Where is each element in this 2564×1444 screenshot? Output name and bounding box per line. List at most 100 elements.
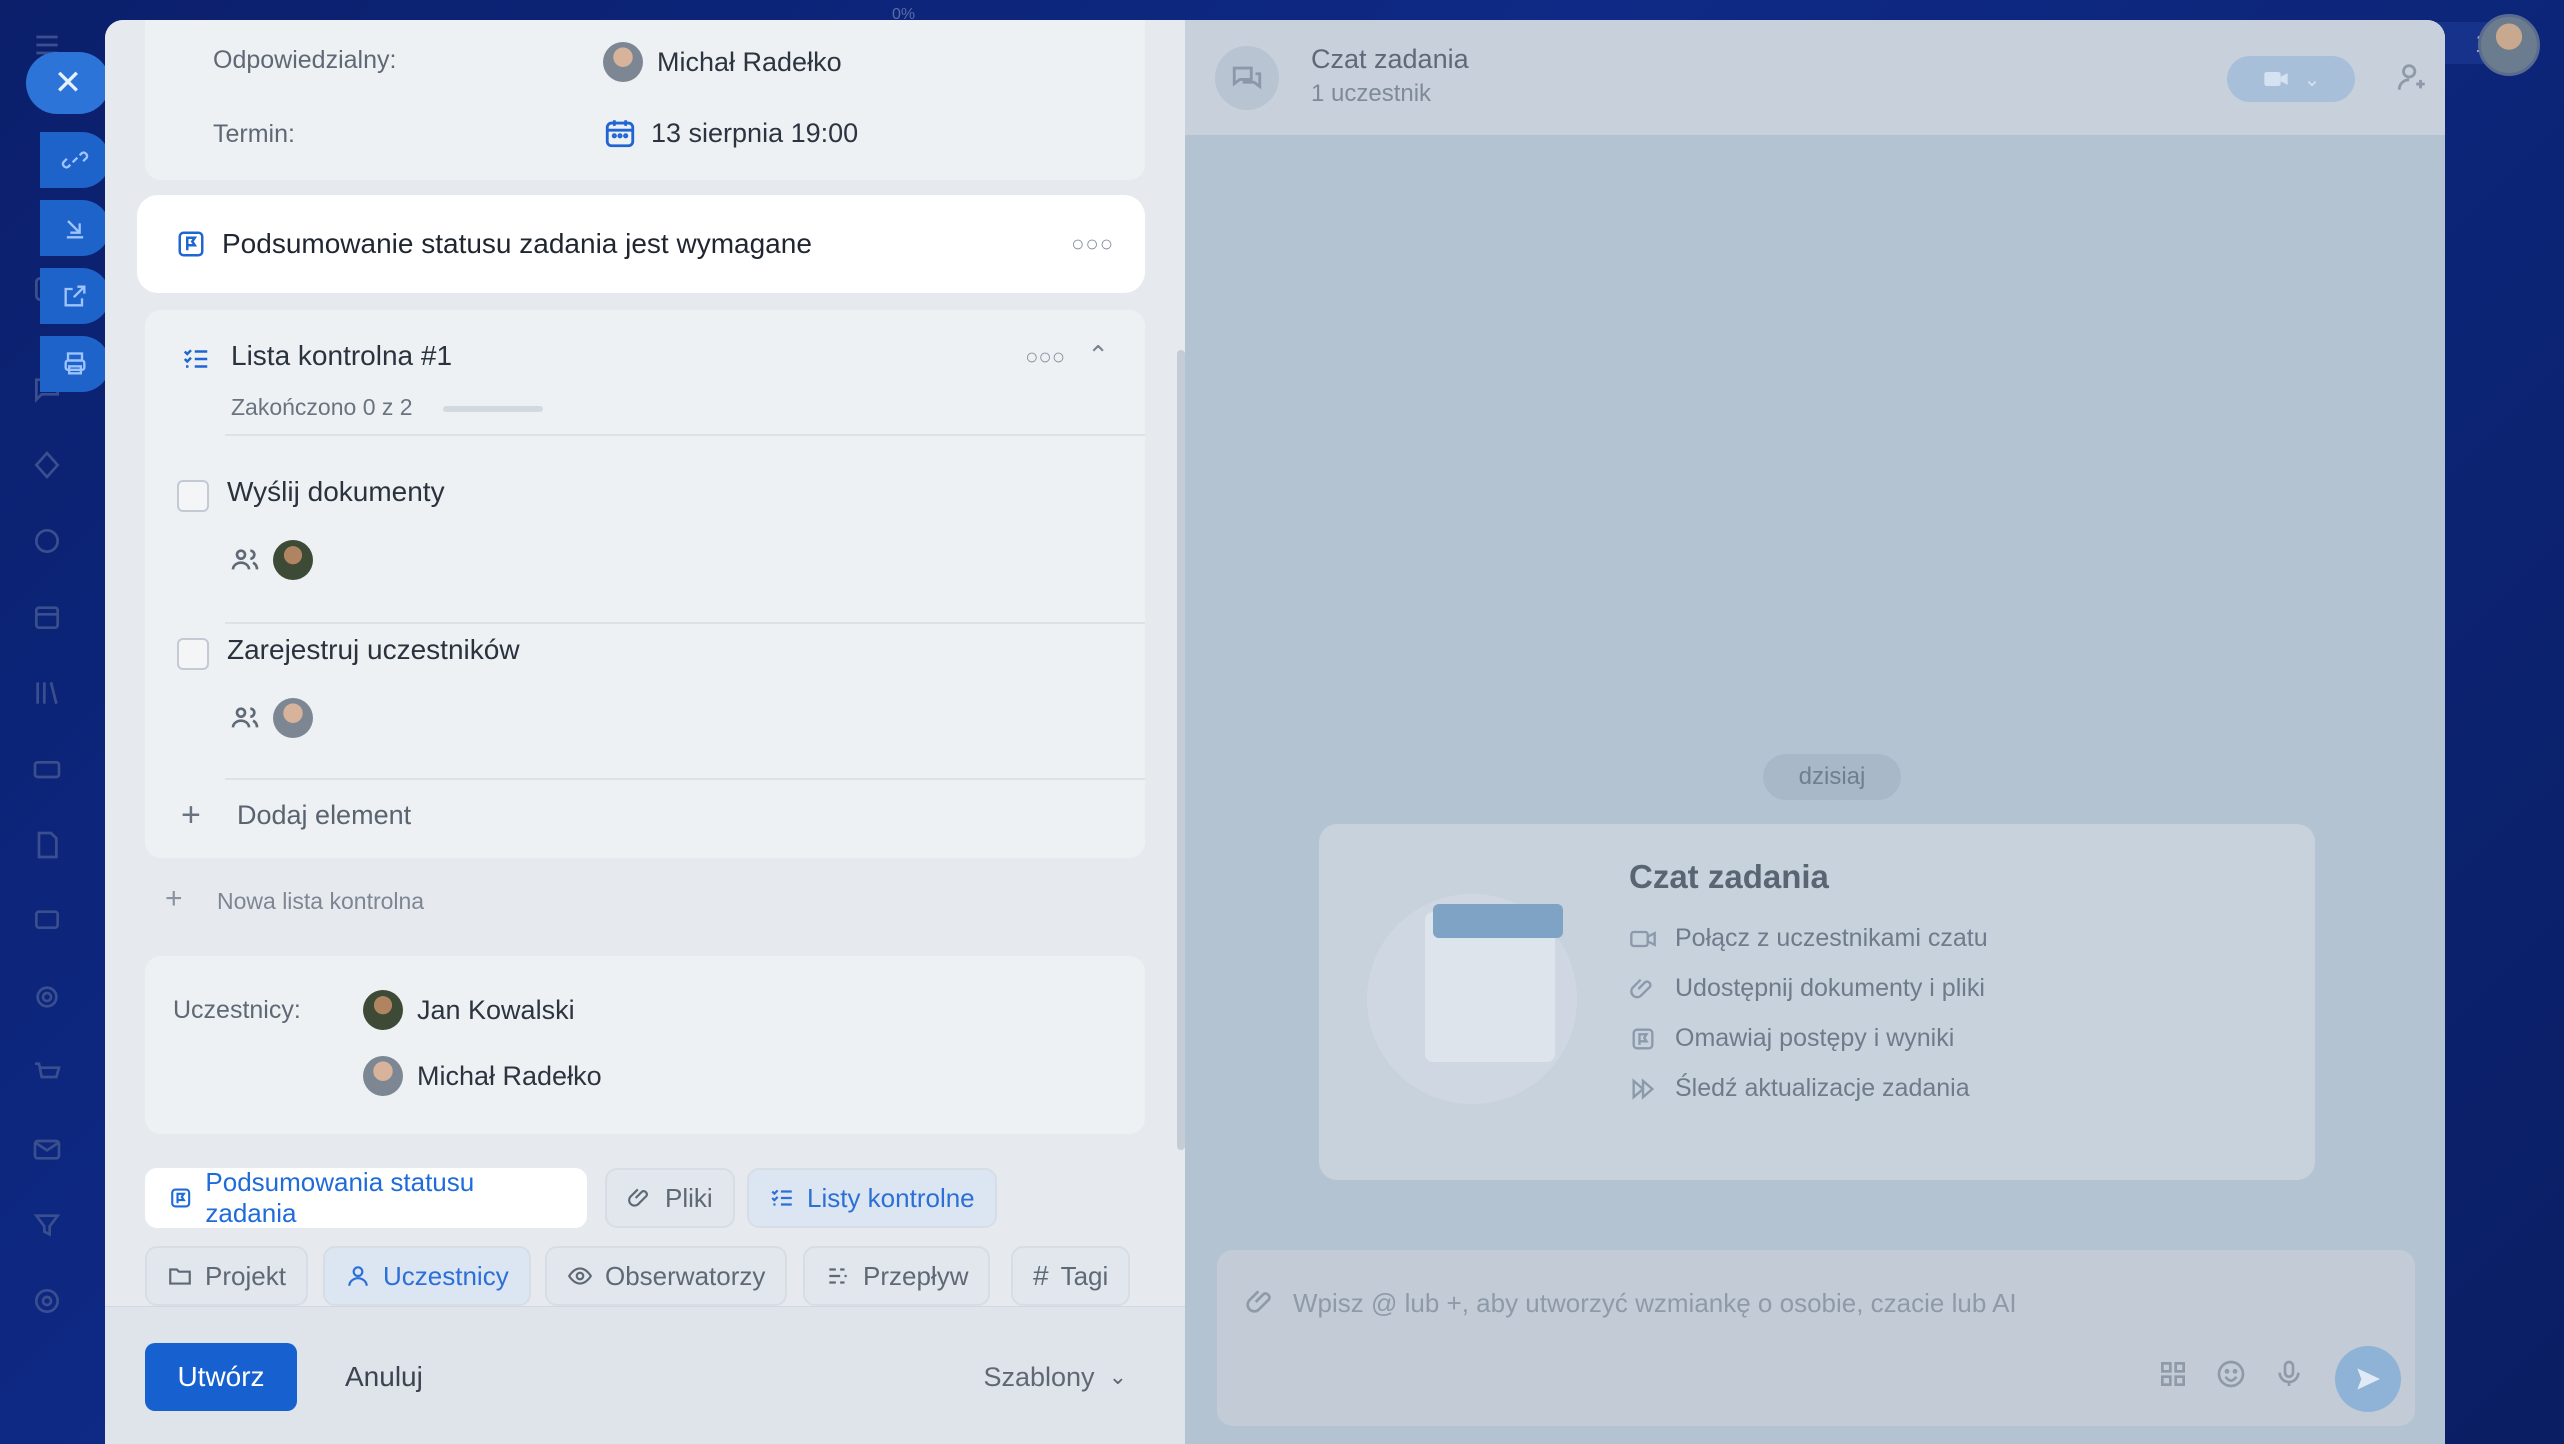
welcome-line: Omawiaj postępy i wyniki [1629, 1024, 1954, 1053]
tab-files[interactable]: Pliki [605, 1168, 735, 1228]
minimize-button[interactable] [40, 200, 110, 256]
contact-center-icon[interactable] [28, 902, 66, 940]
close-slider-button[interactable]: ✕ [26, 52, 110, 114]
microphone-icon[interactable] [2273, 1358, 2305, 1390]
flow-icon [829, 1268, 847, 1284]
copy-link-button[interactable] [40, 132, 110, 188]
participant[interactable]: Jan Kowalski [363, 990, 575, 1030]
calendar-icon[interactable] [28, 598, 66, 636]
marketing-icon[interactable] [28, 978, 66, 1016]
apps-icon[interactable] [2157, 1358, 2189, 1390]
deadline-date: 13 sierpnia 19:00 [651, 117, 859, 148]
paperclip-icon [1630, 978, 1652, 998]
templates-button[interactable]: Szablony ⌄ [983, 1343, 1127, 1411]
avatar [273, 540, 313, 580]
add-participant-icon[interactable] [2395, 60, 2429, 94]
paperclip-icon [628, 1188, 648, 1207]
video-icon [2263, 72, 2288, 86]
tab-flow[interactable]: Przepływ [803, 1246, 991, 1306]
welcome-line: Śledź aktualizacje zadania [1629, 1074, 1970, 1103]
checklist-title[interactable]: Lista kontrolna #1 [231, 340, 452, 372]
checklist-item-label[interactable]: Wyślij dokumenty [227, 476, 445, 508]
checklist-more-button[interactable]: ○○○ [1025, 344, 1065, 370]
tab-label: Podsumowania statusu zadania [205, 1167, 475, 1228]
assignees-icon[interactable] [229, 544, 261, 576]
sites-icon[interactable] [28, 522, 66, 560]
chat-welcome-card: Czat zadania Połącz z uczestnikami czatu… [1319, 824, 2315, 1180]
new-checklist-button[interactable]: Nowa lista kontrolna [217, 888, 424, 915]
divider [225, 778, 1145, 780]
tab-participants[interactable]: Uczestnicy [323, 1246, 531, 1306]
scrollbar[interactable] [1177, 350, 1185, 1150]
more-options-icon[interactable]: ○○○ [1071, 231, 1114, 257]
checklist-card: Lista kontrolna #1 ○○○ ⌃ Zakończono 0 z … [145, 310, 1145, 858]
avatar [273, 698, 313, 738]
status-summary-required-card[interactable]: Podsumowanie statusu zadania jest wymaga… [140, 198, 1142, 290]
checklist-progress-text: Zakończono 0 z 2 [231, 394, 413, 420]
welcome-line-text: Udostępnij dokumenty i pliki [1675, 974, 1985, 1002]
chevron-up-icon[interactable]: ⌃ [1087, 340, 1109, 371]
chevron-down-icon: ⌄ [2303, 68, 2321, 91]
chat-title: Czat zadania [1311, 44, 1469, 74]
participant[interactable]: Michał Radełko [363, 1056, 602, 1096]
tab-tags[interactable]: # Tagi [1011, 1246, 1131, 1306]
mail-icon[interactable] [28, 1130, 66, 1168]
chat-header: Czat zadania 1 uczestnik ⌄ [1185, 20, 2445, 135]
assignees-icon[interactable] [229, 702, 261, 734]
avatar [603, 42, 643, 82]
plus-icon[interactable]: + [165, 882, 183, 916]
video-icon [1630, 930, 1656, 947]
video-call-button[interactable]: ⌄ [2227, 56, 2355, 102]
welcome-line: Udostępnij dokumenty i pliki [1629, 974, 1985, 1003]
welcome-line-text: Połącz z uczestnikami czatu [1675, 924, 1988, 952]
open-new-window-button[interactable] [40, 268, 110, 324]
tab-checklists[interactable]: Listy kontrolne [747, 1168, 997, 1228]
create-button[interactable]: Utwórz [145, 1343, 297, 1411]
checklist-icon [771, 1189, 792, 1206]
welcome-line: Połącz z uczestnikami czatu [1629, 924, 1988, 953]
emoji-icon[interactable] [2215, 1358, 2247, 1390]
person-icon [348, 1266, 368, 1286]
link-icon [61, 151, 89, 169]
crm-icon[interactable] [28, 750, 66, 788]
welcome-line-text: Śledź aktualizacje zadania [1675, 1074, 1970, 1102]
paperclip-icon[interactable] [1245, 1286, 1277, 1318]
print-icon [64, 352, 86, 375]
responsible-value[interactable]: Michał Radełko [603, 42, 842, 82]
flag-icon [171, 1188, 191, 1208]
checklist-progress-bar [443, 406, 543, 412]
checklist-icon [181, 344, 211, 374]
shop-icon[interactable] [28, 1054, 66, 1092]
responsible-label: Odpowiedzialny: [213, 46, 397, 74]
knowledge-icon[interactable] [28, 674, 66, 712]
settings-icon[interactable] [28, 1282, 66, 1320]
filter-icon[interactable] [28, 1206, 66, 1244]
tab-project[interactable]: Projekt [145, 1246, 308, 1306]
chat-subtitle: 1 uczestnik [1311, 80, 1432, 107]
participant-name: Jan Kowalski [417, 994, 575, 1025]
tab-label: Projekt [205, 1260, 286, 1291]
checklist-item-checkbox[interactable] [177, 480, 209, 512]
print-button[interactable] [40, 336, 110, 392]
automation-icon[interactable] [28, 446, 66, 484]
folder-icon [169, 1268, 191, 1285]
user-avatar[interactable] [2478, 14, 2540, 76]
message-input[interactable]: Wpisz @ lub +, aby utworzyć wzmiankę o o… [1293, 1288, 2017, 1319]
flag-icon [1632, 1028, 1654, 1049]
send-button[interactable] [2335, 1346, 2401, 1412]
participant-name: Michał Radełko [417, 1060, 602, 1091]
search-icon[interactable] [2443, 60, 2445, 94]
checklist-item-checkbox[interactable] [177, 638, 209, 670]
deadline-value[interactable]: 13 sierpnia 19:00 [603, 116, 858, 150]
cancel-button[interactable]: Anuluj [345, 1343, 423, 1411]
message-composer[interactable]: Wpisz @ lub +, aby utworzyć wzmiankę o o… [1217, 1250, 2415, 1426]
tab-label: Uczestnicy [383, 1260, 509, 1291]
tab-observers[interactable]: Obserwatorzy [545, 1246, 788, 1306]
date-separator: dzisiaj [1763, 754, 1901, 800]
checklist-item-label[interactable]: Zarejestruj uczestników [227, 634, 520, 666]
documents-icon[interactable] [28, 826, 66, 864]
hash-icon: # [1033, 1260, 1049, 1291]
plus-icon[interactable]: + [181, 796, 201, 835]
tab-status-summaries[interactable]: Podsumowania statusu zadania [145, 1167, 587, 1228]
add-checklist-item-button[interactable]: Dodaj element [237, 800, 411, 831]
